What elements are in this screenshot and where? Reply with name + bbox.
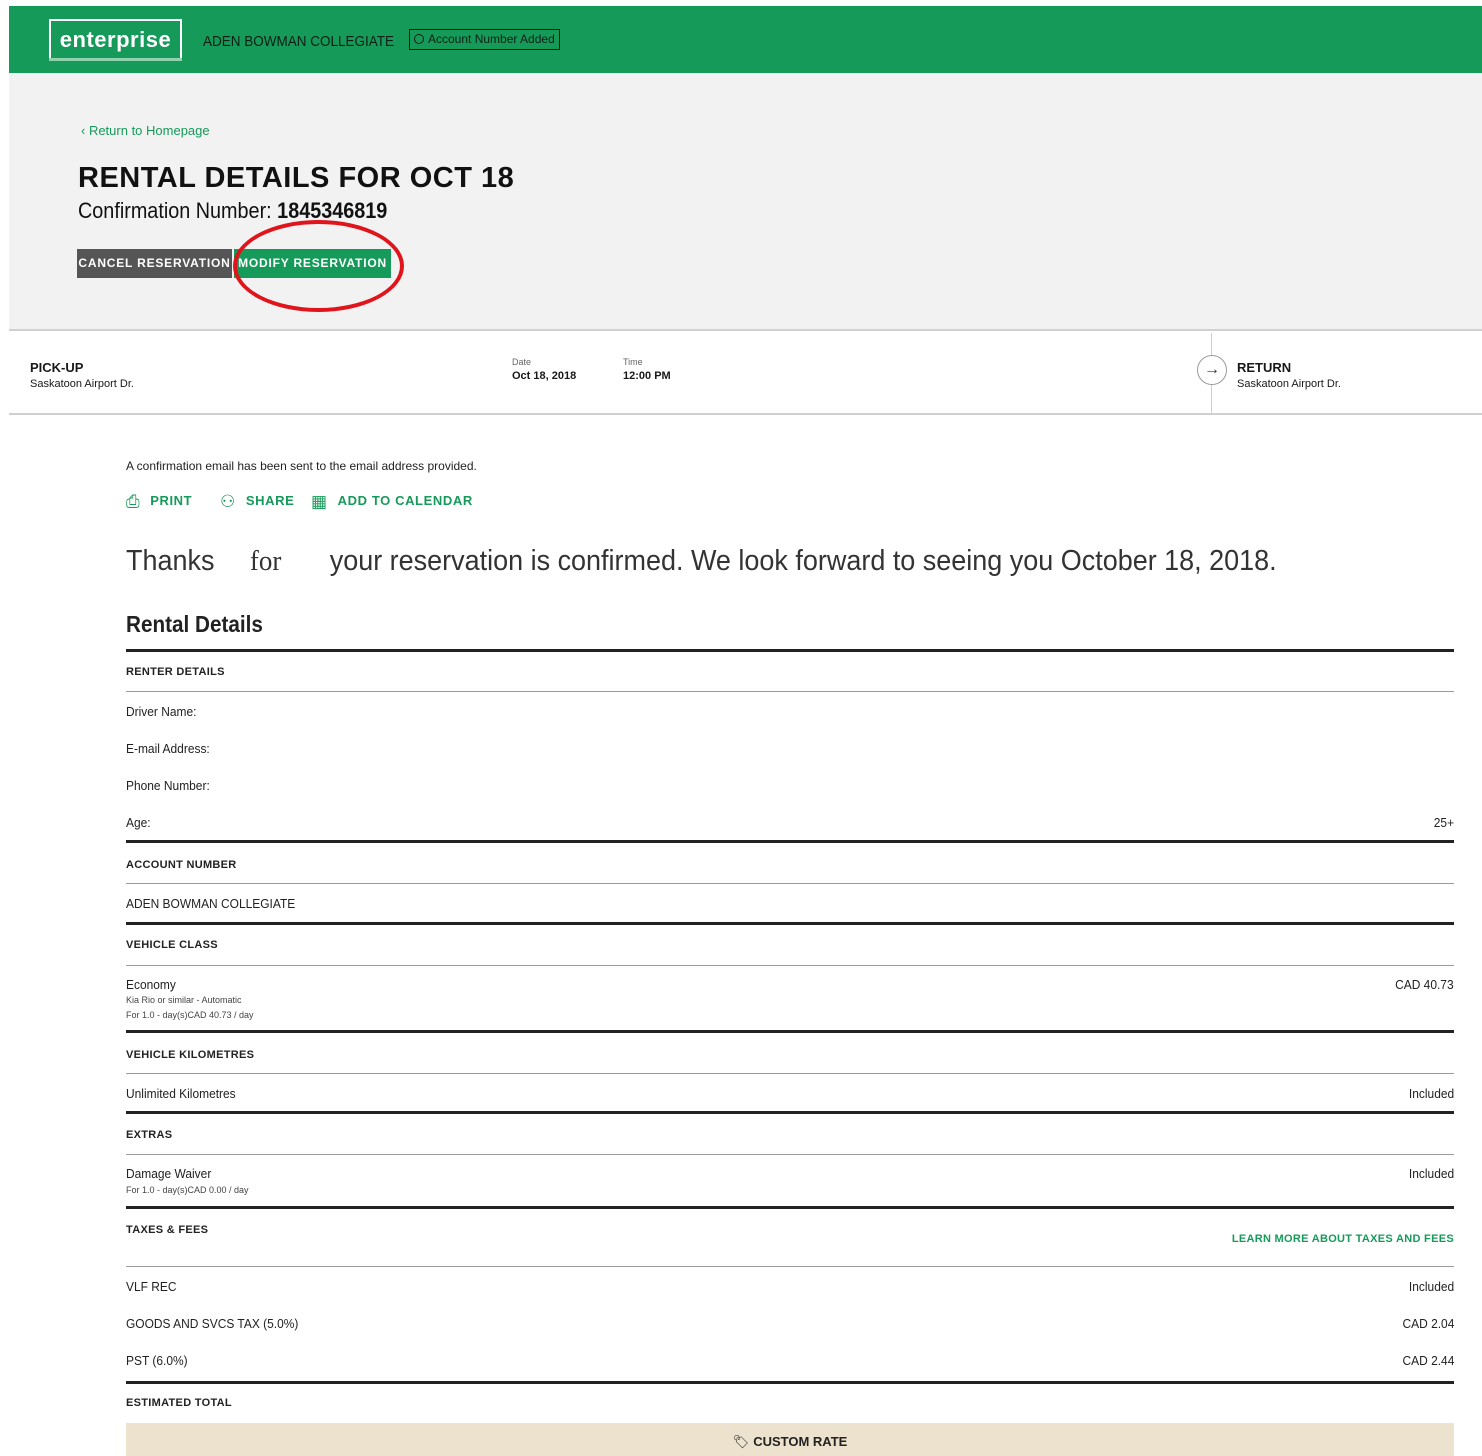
email-confirmation-note: A confirmation email has been sent to th… [126, 459, 477, 473]
divider [126, 965, 1454, 966]
vehicle-price: CAD 40.73 [1395, 977, 1454, 992]
enterprise-logo[interactable]: enterprise [49, 19, 182, 61]
trip-summary: PICK-UP Saskatoon Airport Dr. Date Oct 1… [9, 333, 1482, 415]
driver-name-label: Driver Name: [126, 704, 197, 719]
divider [126, 1073, 1454, 1074]
divider [126, 922, 1454, 925]
divider [126, 1266, 1454, 1267]
extras-heading: EXTRAS [126, 1129, 173, 1141]
custom-rate-label: CUSTOM RATE [753, 1434, 848, 1449]
modify-reservation-button[interactable]: MODIFY RESERVATION [234, 249, 391, 278]
renter-details-heading: RENTER DETAILS [126, 666, 225, 678]
pickup-label: PICK-UP [30, 360, 84, 375]
vehicle-kilometres-heading: VEHICLE KILOMETRES [126, 1049, 255, 1061]
account-number-heading: ACCOUNT NUMBER [126, 859, 237, 871]
time-value: 12:00 PM [623, 370, 671, 382]
taxes-fees-heading: TAXES & FEES [126, 1224, 209, 1236]
thanks-for: for [249, 545, 282, 577]
date-label: Date [512, 357, 532, 367]
divider [126, 840, 1454, 843]
damage-waiver-rate: For 1.0 - day(s)CAD 0.00 / day [126, 1185, 249, 1195]
divider [126, 883, 1454, 884]
damage-waiver-label: Damage Waiver [126, 1166, 212, 1181]
confirmation-number: Confirmation Number: 1845346819 [78, 198, 387, 224]
divider [126, 1154, 1454, 1155]
print-label: PRINT [150, 493, 193, 508]
thanks-message: Thanks for your reservation is confirmed… [126, 545, 1277, 578]
vehicle-class-name: Economy [126, 977, 176, 992]
pickup-location: Saskatoon Airport Dr. [30, 378, 134, 390]
pst-value: CAD 2.44 [1402, 1353, 1454, 1368]
custom-rate-banner: 🏷 CUSTOM RATE [126, 1423, 1454, 1456]
arrow-right-icon: → [1197, 355, 1227, 385]
date-value: Oct 18, 2018 [512, 370, 577, 382]
share-action[interactable]: ⚇ SHARE [220, 492, 294, 512]
age-label: Age: [126, 815, 151, 830]
vehicle-model: Kia Rio or similar - Automatic [126, 995, 242, 1005]
vlf-rec-value: Included [1408, 1279, 1454, 1294]
print-action[interactable]: ⎙ PRINT [126, 492, 192, 512]
logo-underline [49, 58, 182, 61]
gst-label: GOODS AND SVCS TAX (5.0%) [126, 1316, 299, 1331]
damage-waiver-value: Included [1408, 1166, 1454, 1181]
reservation-hero: ‹ Return to Homepage RENTAL DETAILS FOR … [9, 73, 1482, 331]
divider [126, 649, 1454, 652]
add-to-calendar-action[interactable]: ▦ ADD TO CALENDAR [311, 492, 473, 512]
divider [126, 1381, 1454, 1384]
vlf-rec-label: VLF REC [126, 1279, 177, 1294]
return-location: Saskatoon Airport Dr. [1237, 378, 1341, 390]
kilometres-value: Included [1408, 1086, 1454, 1101]
time-label: Time [623, 357, 643, 367]
cancel-reservation-button[interactable]: CANCEL RESERVATION [77, 249, 232, 278]
printer-icon: ⎙ [126, 492, 141, 511]
gst-value: CAD 2.04 [1402, 1316, 1454, 1331]
estimated-total-heading: ESTIMATED TOTAL [126, 1397, 232, 1409]
divider [126, 1206, 1454, 1209]
account-badge: Account Number Added [409, 29, 560, 50]
learn-more-taxes-link[interactable]: LEARN MORE ABOUT TAXES AND FEES [1232, 1233, 1454, 1245]
divider [126, 691, 1454, 692]
divider [126, 1111, 1454, 1114]
rental-details-title: Rental Details [126, 611, 263, 637]
account-number-value: ADEN BOWMAN COLLEGIATE [126, 896, 296, 911]
tag-icon: 🏷 [732, 1434, 750, 1449]
phone-number-label: Phone Number: [126, 778, 210, 793]
kilometres-label: Unlimited Kilometres [126, 1086, 236, 1101]
pst-label: PST (6.0%) [126, 1353, 188, 1368]
org-name: ADEN BOWMAN COLLEGIATE [203, 33, 395, 50]
email-address-label: E-mail Address: [126, 741, 210, 756]
confirmation-value: 1845346819 [277, 198, 388, 223]
page-title: RENTAL DETAILS FOR OCT 18 [78, 162, 515, 194]
account-badge-label: Account Number Added [428, 32, 555, 46]
thanks-word: Thanks [126, 545, 215, 577]
return-to-homepage-link[interactable]: ‹ Return to Homepage [81, 123, 210, 138]
vehicle-rate: For 1.0 - day(s)CAD 40.73 / day [126, 1010, 254, 1020]
share-label: SHARE [245, 493, 295, 508]
calendar-icon: ▦ [311, 492, 328, 511]
confirmation-label: Confirmation Number: [78, 198, 278, 223]
age-value: 25+ [1433, 815, 1454, 830]
vehicle-class-heading: VEHICLE CLASS [126, 939, 218, 951]
top-header: enterprise ADEN BOWMAN COLLEGIATE Accoun… [9, 6, 1482, 73]
thanks-confirmed: your reservation is confirmed. We look f… [329, 545, 1277, 577]
share-icon: ⚇ [220, 492, 236, 511]
divider [126, 1030, 1454, 1033]
calendar-label: ADD TO CALENDAR [337, 493, 473, 508]
check-circle-icon [414, 34, 424, 44]
return-label: RETURN [1237, 360, 1292, 375]
